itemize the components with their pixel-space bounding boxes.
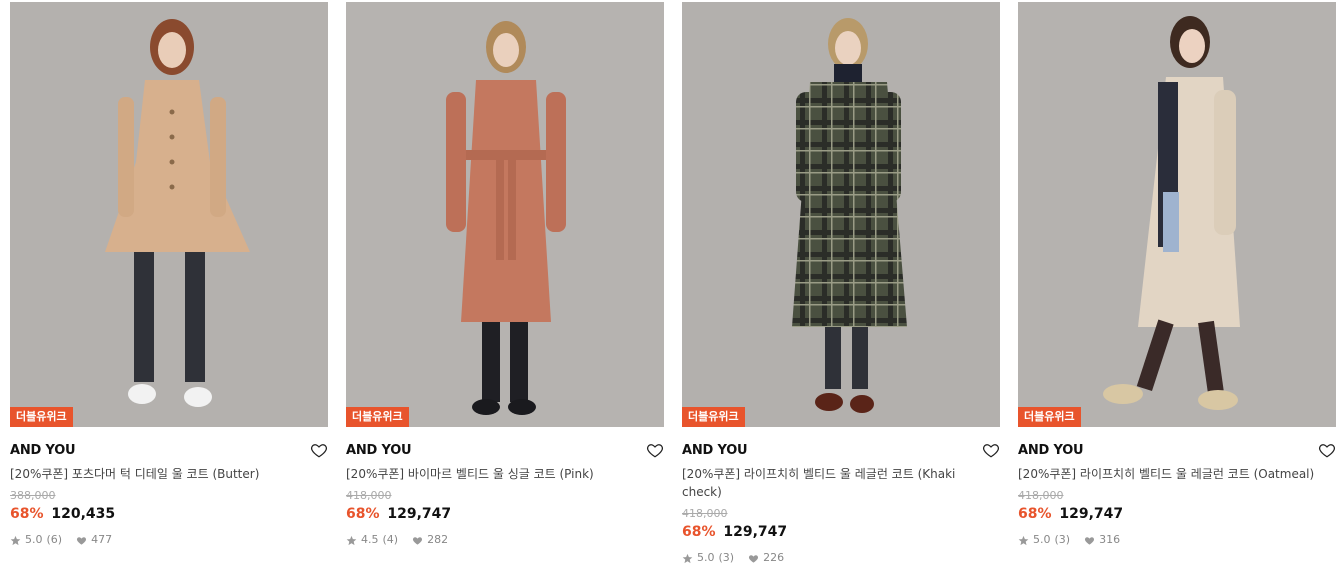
product-card[interactable]: 더블유위크 AND YOU [20%쿠폰] 바이마르 벨티드 울 싱글 코트 (… (346, 2, 664, 547)
heart-outline-icon[interactable] (310, 441, 328, 459)
product-card[interactable]: 더블유위크 AND YOU [20%쿠폰] 라이프치히 벨티드 울 레글런 코트… (1018, 2, 1336, 547)
discount-rate: 68% (1018, 506, 1052, 522)
product-name[interactable]: [20%쿠폰] 포츠다머 턱 디테일 울 코트 (Butter) (10, 465, 310, 483)
heart-filled-icon (749, 554, 759, 563)
price-row: 68% 129,747 (346, 505, 664, 523)
original-price: 418,000 (1018, 489, 1064, 502)
brand-name[interactable]: AND YOU (346, 443, 412, 458)
product-name[interactable]: [20%쿠폰] 라이프치히 벨티드 울 레글런 코트 (Khaki check) (682, 465, 982, 501)
product-meta: 5.0 (3) 226 (682, 551, 1000, 565)
product-image[interactable]: 더블유위크 (682, 2, 1000, 427)
promo-badge: 더블유위크 (1018, 407, 1081, 427)
brand-name[interactable]: AND YOU (1018, 443, 1084, 458)
discount-rate: 68% (10, 506, 44, 522)
rating-value: 5.0 (1033, 533, 1051, 546)
model-photo (346, 2, 664, 427)
heart-outline-icon[interactable] (982, 441, 1000, 459)
product-image[interactable]: 더블유위크 (1018, 2, 1336, 427)
model-photo (10, 2, 328, 427)
discount-rate: 68% (682, 524, 716, 540)
heart-filled-icon (77, 536, 87, 545)
model-photo (682, 2, 1000, 427)
product-grid: 더블유위크 AND YOU [20%쿠폰] 포츠다머 턱 디테일 울 코트 (B… (0, 0, 1336, 564)
price-row: 68% 129,747 (682, 523, 1000, 541)
product-card[interactable]: 더블유위크 AND YOU [20%쿠폰] 포츠다머 턱 디테일 울 코트 (B… (10, 2, 328, 547)
review-count: (3) (1054, 533, 1071, 546)
heart-outline-icon[interactable] (1318, 441, 1336, 459)
sale-price: 120,435 (51, 506, 116, 522)
rating-value: 5.0 (25, 533, 43, 546)
original-price: 418,000 (682, 507, 728, 520)
heart-outline-icon[interactable] (646, 441, 664, 459)
sale-price: 129,747 (723, 524, 788, 540)
product-meta: 4.5 (4) 282 (346, 533, 664, 547)
product-image[interactable]: 더블유위크 (346, 2, 664, 427)
heart-filled-icon (1085, 536, 1095, 545)
product-name[interactable]: [20%쿠폰] 바이마르 벨티드 울 싱글 코트 (Pink) (346, 465, 646, 483)
like-count: 316 (1099, 533, 1121, 546)
promo-badge: 더블유위크 (10, 407, 73, 427)
like-count: 226 (763, 551, 785, 564)
rating-value: 5.0 (697, 551, 715, 564)
like-count: 282 (427, 533, 449, 546)
like-count: 477 (91, 533, 113, 546)
sale-price: 129,747 (1059, 506, 1124, 522)
promo-badge: 더블유위크 (346, 407, 409, 427)
heart-filled-icon (413, 536, 423, 545)
star-icon (346, 535, 357, 545)
model-photo (1018, 2, 1336, 427)
star-icon (1018, 535, 1029, 545)
review-count: (6) (46, 533, 63, 546)
rating-value: 4.5 (361, 533, 379, 546)
product-meta: 5.0 (3) 316 (1018, 533, 1336, 547)
discount-rate: 68% (346, 506, 380, 522)
original-price: 388,000 (10, 489, 56, 502)
original-price: 418,000 (346, 489, 392, 502)
product-card[interactable]: 더블유위크 AND YOU [20%쿠폰] 라이프치히 벨티드 울 레글런 코트… (682, 2, 1000, 565)
review-count: (3) (718, 551, 735, 564)
brand-name[interactable]: AND YOU (682, 443, 748, 458)
star-icon (10, 535, 21, 545)
promo-badge: 더블유위크 (682, 407, 745, 427)
product-image[interactable]: 더블유위크 (10, 2, 328, 427)
price-row: 68% 120,435 (10, 505, 328, 523)
star-icon (682, 553, 693, 563)
brand-name[interactable]: AND YOU (10, 443, 76, 458)
product-meta: 5.0 (6) 477 (10, 533, 328, 547)
review-count: (4) (382, 533, 399, 546)
product-name[interactable]: [20%쿠폰] 라이프치히 벨티드 울 레글런 코트 (Oatmeal) (1018, 465, 1318, 483)
price-row: 68% 129,747 (1018, 505, 1336, 523)
sale-price: 129,747 (387, 506, 452, 522)
